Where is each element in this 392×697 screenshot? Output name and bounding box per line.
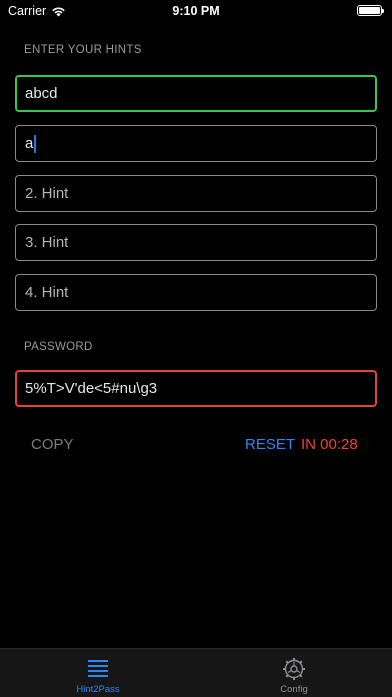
tab-hint2pass[interactable]: Hint2Pass bbox=[0, 649, 196, 697]
tab-config-label: Config bbox=[280, 684, 308, 695]
status-bar: Carrier 9:10 PM bbox=[0, 0, 392, 22]
list-icon bbox=[88, 660, 108, 677]
tab-hint2pass-label: Hint2Pass bbox=[76, 684, 120, 695]
reset-timer: IN 00:28 bbox=[301, 436, 358, 453]
hint-field-1[interactable]: abcd bbox=[15, 75, 377, 112]
status-clock: 9:10 PM bbox=[172, 4, 220, 18]
hint-field-4[interactable]: 3. Hint bbox=[15, 224, 377, 261]
password-section-label: PASSWORD bbox=[24, 341, 93, 353]
hint-field-5[interactable]: 4. Hint bbox=[15, 274, 377, 311]
hint-field-2-value: a bbox=[25, 135, 34, 152]
password-value: 5%T>V'de<5#nu\g3 bbox=[25, 380, 158, 397]
battery-icon bbox=[357, 5, 384, 16]
hint-field-2[interactable]: a bbox=[15, 125, 377, 162]
reset-button[interactable]: RESET bbox=[245, 436, 295, 453]
hint-field-1-value: abcd bbox=[25, 85, 58, 102]
hint-field-5-placeholder: 4. Hint bbox=[25, 284, 69, 301]
hint-field-3[interactable]: 2. Hint bbox=[15, 175, 377, 212]
hints-section-label: ENTER YOUR HINTS bbox=[24, 44, 142, 56]
hint-field-4-placeholder: 3. Hint bbox=[25, 234, 69, 251]
copy-button[interactable]: COPY bbox=[31, 436, 74, 453]
password-field[interactable]: 5%T>V'de<5#nu\g3 bbox=[15, 370, 377, 407]
tab-bar: Hint2Pass Config bbox=[0, 648, 392, 697]
gear-icon bbox=[283, 658, 305, 680]
tab-config[interactable]: Config bbox=[196, 649, 392, 697]
hint-field-3-placeholder: 2. Hint bbox=[25, 185, 69, 202]
text-cursor bbox=[34, 134, 37, 153]
